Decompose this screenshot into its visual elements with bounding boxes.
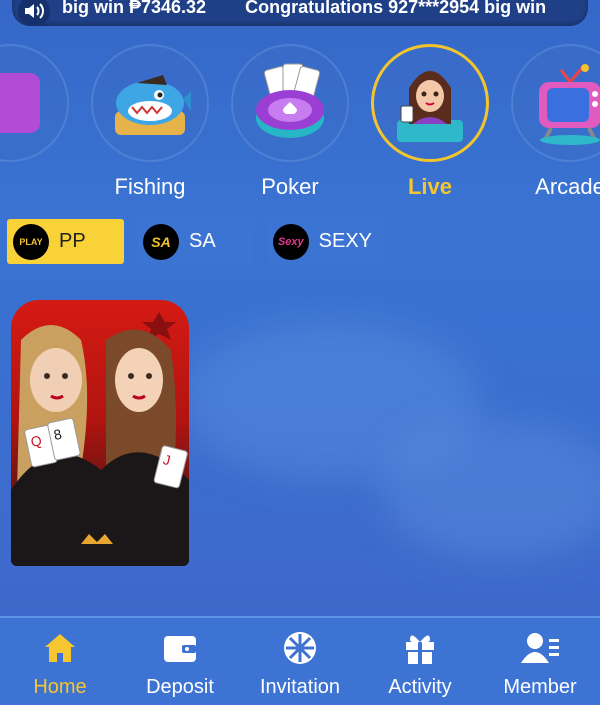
marquee-message: Congratulations 927***2954 big win xyxy=(245,0,547,17)
tab-label: Home xyxy=(33,676,87,698)
tab-invitation[interactable]: Invitation xyxy=(240,618,360,705)
pp-logo-icon: PLAY xyxy=(13,223,49,260)
provider-label: SEXY xyxy=(318,230,372,252)
poker-chip-icon xyxy=(231,44,349,162)
provider-sa-button[interactable]: SA SA xyxy=(137,219,254,264)
provider-label: PP xyxy=(59,230,86,252)
category-label: Poker xyxy=(261,174,319,199)
provider-label: SA xyxy=(189,230,216,252)
game-category-bar: Fishing Poker Live Arcade xyxy=(0,44,600,200)
live-dealers-image: Q 8 J xyxy=(11,312,189,566)
wheel-icon xyxy=(280,628,320,668)
category-live[interactable]: Live xyxy=(360,44,500,200)
sexy-logo-icon: Sexy xyxy=(273,223,309,260)
speaker-icon[interactable] xyxy=(18,0,50,26)
tab-home[interactable]: Home xyxy=(0,618,120,705)
game-card[interactable]: Q 8 J xyxy=(11,300,189,566)
provider-filter: PLAY PP SA SA Sexy SEXY xyxy=(7,219,384,264)
shark-icon xyxy=(91,44,209,162)
tab-member[interactable]: Member xyxy=(480,618,600,705)
sa-logo-icon: SA xyxy=(143,223,179,260)
category-label: Arcade xyxy=(535,174,600,199)
provider-pp-button[interactable]: PLAY PP xyxy=(7,219,124,264)
tab-label: Activity xyxy=(388,676,452,698)
category-poker[interactable]: Poker xyxy=(220,44,360,200)
category-label: Fishing xyxy=(114,174,186,199)
category-arcade[interactable]: Arcade xyxy=(500,44,600,200)
tab-label: Invitation xyxy=(259,676,341,698)
tab-deposit[interactable]: Deposit xyxy=(120,618,240,705)
member-icon xyxy=(520,628,560,668)
bottom-tab-bar: Home Deposit Invitation Activity Member xyxy=(0,616,600,705)
arcade-tv-icon xyxy=(511,44,600,162)
provider-sexy-button[interactable]: Sexy SEXY xyxy=(267,219,384,264)
tab-label: Member xyxy=(503,676,577,698)
category-partial[interactable] xyxy=(0,44,80,200)
tab-activity[interactable]: Activity xyxy=(360,618,480,705)
live-dealer-icon xyxy=(371,44,489,162)
wallet-icon xyxy=(160,628,200,668)
announcement-marquee: big win ₱7346.32 Congratulations 927***2… xyxy=(12,0,588,26)
gift-icon xyxy=(400,628,440,668)
background-cloud xyxy=(380,420,600,560)
tab-label: Deposit xyxy=(146,676,214,698)
category-label: Live xyxy=(407,174,453,199)
category-fishing[interactable]: Fishing xyxy=(80,44,220,200)
home-icon xyxy=(40,628,80,668)
marquee-message: big win ₱7346.32 xyxy=(62,0,207,17)
